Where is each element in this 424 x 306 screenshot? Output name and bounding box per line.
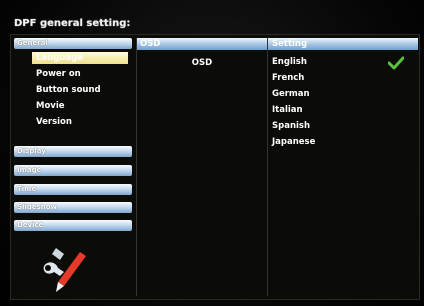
submenu-header: OSD: [137, 38, 267, 50]
category-image[interactable]: Image: [14, 165, 132, 176]
menu-item-language[interactable]: Language: [32, 52, 128, 64]
language-option-german[interactable]: German: [272, 88, 392, 101]
submenu-panel: OSD OSD: [136, 38, 268, 296]
menu-item-power-on[interactable]: Power on: [32, 68, 128, 80]
screen: DPF general setting: General Language Po…: [0, 0, 424, 306]
category-time[interactable]: Time: [14, 184, 132, 195]
category-menu: General Language Power on Button sound M…: [14, 38, 136, 296]
settings-header: Setting: [268, 38, 418, 50]
menu-item-button-sound[interactable]: Button sound: [32, 84, 128, 96]
page-title: DPF general setting:: [14, 18, 131, 29]
check-icon: [388, 56, 404, 70]
language-option-french[interactable]: French: [272, 72, 392, 85]
language-option-spanish[interactable]: Spanish: [272, 120, 392, 133]
category-slideshow[interactable]: Slideshow: [14, 202, 132, 213]
language-option-japanese[interactable]: Japanese: [272, 136, 392, 149]
settings-panel: Setting English French German Italian Sp…: [268, 38, 418, 296]
language-option-english[interactable]: English: [272, 56, 392, 69]
menu-item-movie[interactable]: Movie: [32, 100, 128, 112]
category-general[interactable]: General: [14, 38, 132, 49]
language-option-italian[interactable]: Italian: [272, 104, 392, 117]
submenu-item-osd[interactable]: OSD: [137, 58, 267, 68]
category-device[interactable]: Device: [14, 220, 132, 231]
menu-item-version[interactable]: Version: [32, 116, 128, 128]
category-display[interactable]: Display: [14, 146, 132, 157]
tools-logo-icon: [43, 248, 86, 292]
